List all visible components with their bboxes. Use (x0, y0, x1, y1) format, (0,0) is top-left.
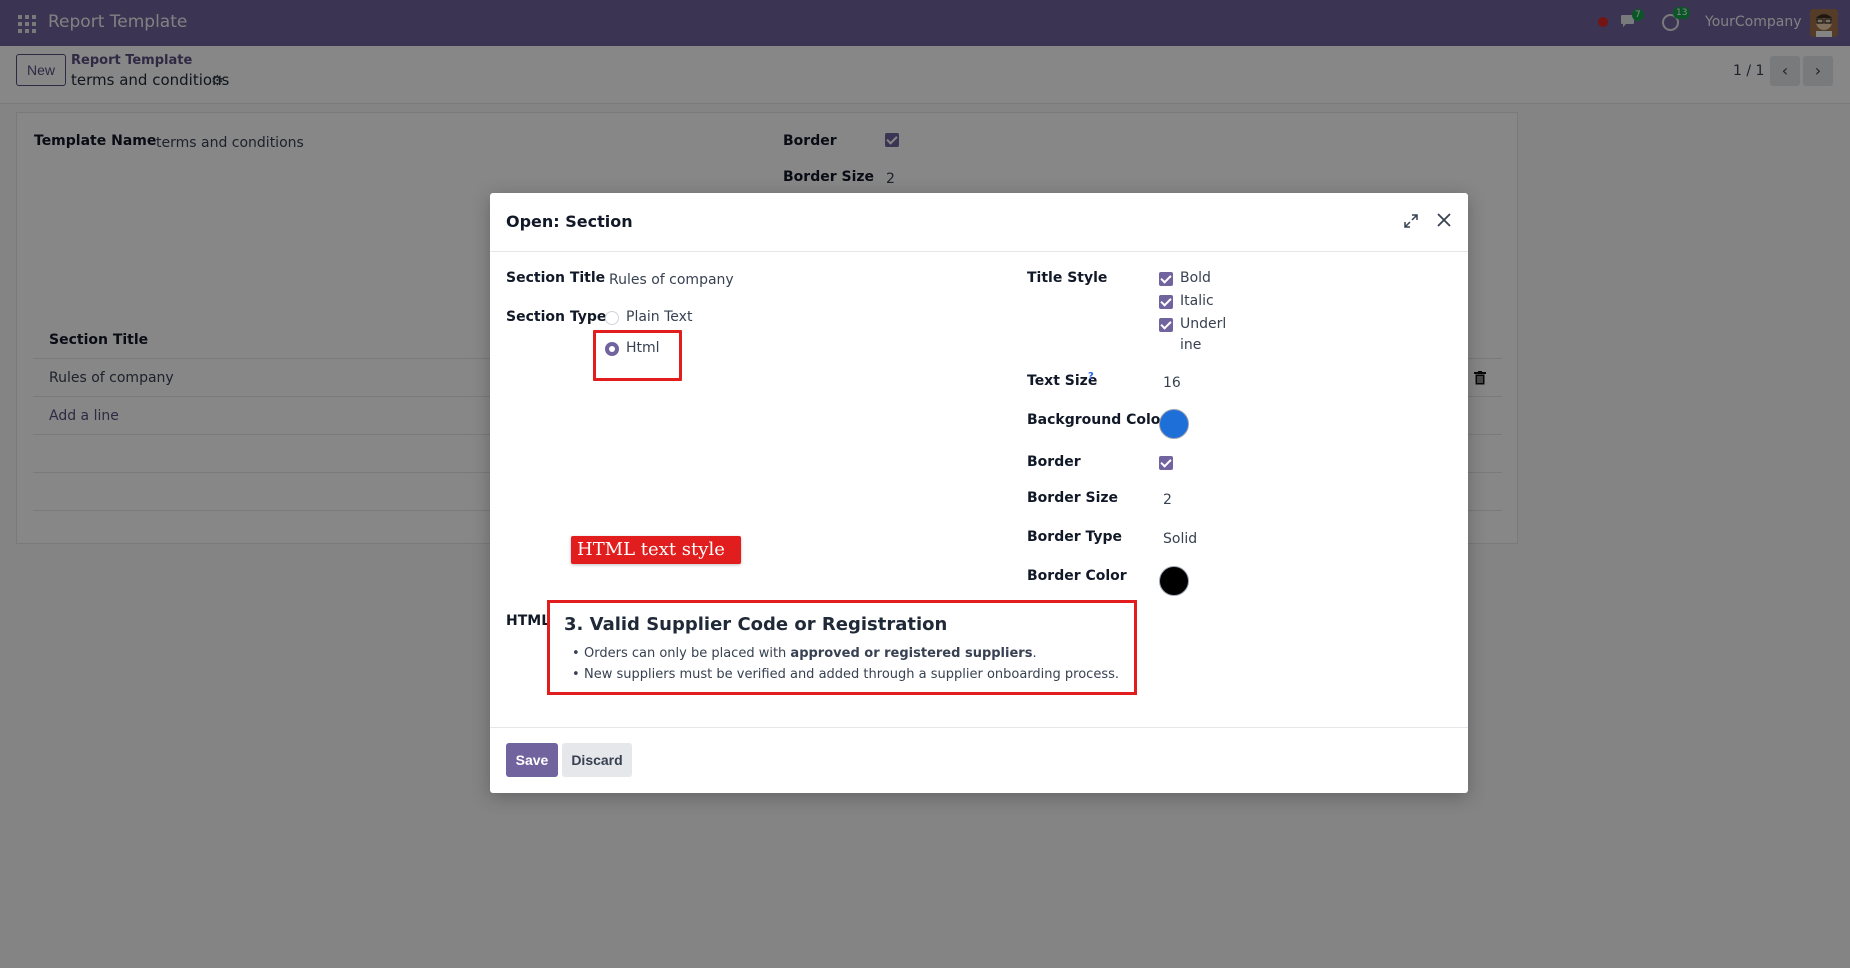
italic-checkbox[interactable] (1159, 295, 1173, 309)
highlight-box-html-radio (593, 330, 682, 381)
underline-checkbox-label-wrap: ine (1180, 337, 1202, 353)
html-editor[interactable]: 3. Valid Supplier Code or Registration O… (547, 600, 1137, 695)
modal-border-size-field[interactable]: 2 (1163, 492, 1172, 508)
modal-border-checkbox[interactable] (1159, 456, 1173, 470)
radio-plain-text-label: Plain Text (626, 309, 693, 325)
discard-button[interactable]: Discard (562, 743, 632, 777)
html-label: HTML (506, 613, 551, 629)
html-bullet-list: Orders can only be placed with approved … (564, 643, 1134, 685)
section-title-label: Section Title (506, 270, 606, 286)
underline-checkbox[interactable] (1159, 318, 1173, 332)
dialog-header: Open: Section (490, 193, 1468, 252)
border-type-select[interactable]: Solid (1163, 531, 1197, 547)
annotation-label: HTML text style (571, 536, 741, 564)
bold-checkbox-label: Bold (1180, 270, 1211, 286)
text-size-help-icon[interactable]: ? (1088, 371, 1094, 382)
section-type-label: Section Type (506, 309, 607, 325)
italic-checkbox-label: Italic (1180, 293, 1214, 309)
modal-border-size-label: Border Size (1027, 490, 1119, 506)
close-icon[interactable] (1435, 211, 1453, 229)
background-color-picker[interactable] (1159, 409, 1189, 439)
bold-checkbox[interactable] (1159, 272, 1173, 286)
section-dialog: Open: Section Section Title Rules of com… (490, 193, 1468, 793)
bullet-text: Orders can only be placed with (584, 646, 791, 661)
border-type-label: Border Type (1027, 529, 1123, 545)
html-heading: 3. Valid Supplier Code or Registration (564, 614, 948, 635)
expand-icon[interactable] (1403, 213, 1419, 229)
section-title-field[interactable]: Rules of company (609, 272, 734, 288)
title-style-label: Title Style (1027, 270, 1108, 286)
underline-checkbox-label: Underl (1180, 316, 1227, 332)
border-color-picker[interactable] (1159, 566, 1189, 596)
modal-border-label: Border (1027, 454, 1081, 470)
bullet-bold-text: approved or registered suppliers (790, 646, 1033, 661)
radio-plain-text[interactable] (605, 311, 619, 325)
list-item: Orders can only be placed with approved … (572, 643, 1134, 664)
text-size-field[interactable]: 16 (1163, 375, 1181, 391)
dialog-footer: Save Discard (490, 727, 1468, 793)
list-item: New suppliers must be verified and added… (572, 664, 1134, 685)
save-button[interactable]: Save (506, 743, 558, 777)
border-color-label: Border Color (1027, 568, 1127, 584)
text-size-label: Text Size (1027, 373, 1098, 389)
bullet-text: . (1032, 646, 1037, 661)
dialog-title: Open: Section (506, 212, 633, 231)
background-color-label: Background Color (1027, 412, 1168, 428)
